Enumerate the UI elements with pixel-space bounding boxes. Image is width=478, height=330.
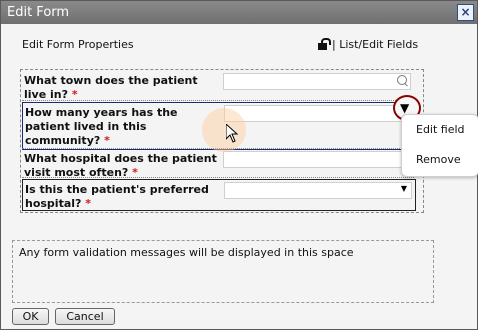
hospital-input[interactable] <box>223 151 411 168</box>
field-divider <box>22 177 414 178</box>
validation-message: Any form validation messages will be dis… <box>19 246 354 259</box>
title-bar: Edit Form × <box>1 1 477 24</box>
years-input[interactable] <box>224 105 412 122</box>
list-edit-fields-link[interactable]: | List/Edit Fields <box>332 38 418 51</box>
window-title: Edit Form <box>7 5 70 20</box>
field-divider <box>22 100 414 101</box>
edit-field-menu-item[interactable]: Edit field <box>416 123 465 136</box>
chevron-down-icon: ▼ <box>400 101 410 115</box>
remove-field-menu-item[interactable]: Remove <box>416 153 461 166</box>
validation-message-area: Any form validation messages will be dis… <box>12 240 434 303</box>
field-label: Is this the patient's preferred hospital… <box>25 183 209 210</box>
ok-button[interactable]: OK <box>12 308 49 325</box>
town-input[interactable] <box>223 73 411 90</box>
field-town: What town does the patient live in? * <box>22 71 414 101</box>
edit-form-dialog: Edit Form × Edit Form Properties | List/… <box>0 0 478 330</box>
field-preferred: Is this the patient's preferred hospital… <box>22 179 416 211</box>
field-label: What hospital does the patient visit mos… <box>24 152 217 179</box>
search-icon[interactable] <box>397 75 407 85</box>
edit-form-properties-link[interactable]: Edit Form Properties <box>22 38 134 51</box>
lock-icon <box>318 38 331 50</box>
chevron-down-icon: ▼ <box>400 184 407 193</box>
close-button[interactable]: × <box>457 4 474 21</box>
field-hospital: What hospital does the patient visit mos… <box>22 149 414 179</box>
field-label: What town does the patient live in? * <box>24 74 198 101</box>
cancel-button[interactable]: Cancel <box>55 308 115 325</box>
pointer-cursor-icon <box>226 124 239 143</box>
close-icon: × <box>460 5 471 19</box>
field-label: How many years has the patient lived in … <box>25 106 178 147</box>
preferred-hospital-select[interactable]: ▼ <box>224 182 412 199</box>
field-context-menu: Edit field Remove <box>401 114 478 177</box>
